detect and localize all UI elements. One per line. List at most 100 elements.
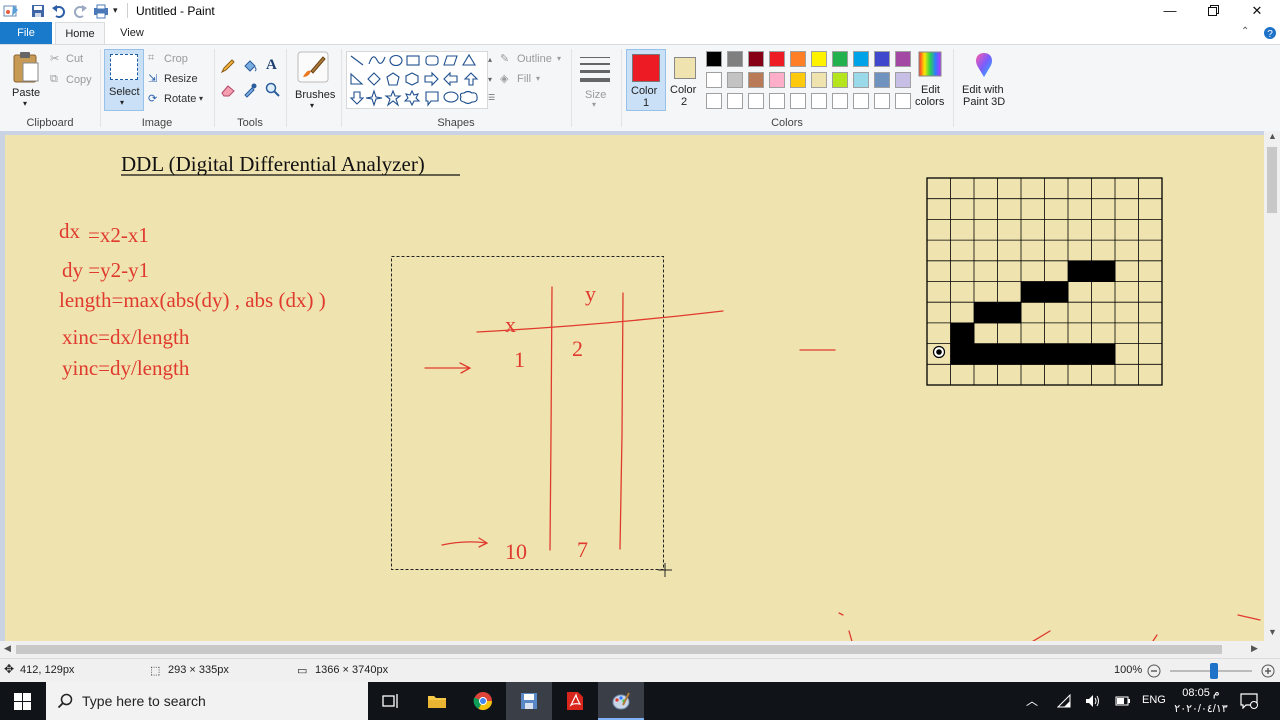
palette-swatch[interactable] — [727, 93, 743, 109]
palette-swatch[interactable] — [853, 72, 869, 88]
palette-swatch[interactable] — [727, 72, 743, 88]
palette-swatch[interactable] — [874, 72, 890, 88]
scroll-left-icon[interactable]: ◀ — [4, 643, 11, 654]
brushes-button[interactable]: Brushes ▾ — [292, 49, 336, 110]
fill-bucket-icon[interactable] — [242, 58, 258, 74]
tab-file[interactable]: File — [0, 22, 52, 44]
palette-swatch[interactable] — [895, 72, 911, 88]
crop-button[interactable]: ⌗ Crop — [148, 52, 208, 68]
outline-button[interactable]: ✎ Outline ▾ — [500, 52, 570, 68]
palette-swatch[interactable] — [790, 93, 806, 109]
palette-swatch[interactable] — [706, 72, 722, 88]
palette-swatch[interactable] — [706, 93, 722, 109]
tab-view[interactable]: View — [110, 22, 154, 44]
select-button[interactable]: Select ▾ — [104, 49, 144, 111]
palette-swatch[interactable] — [874, 51, 890, 67]
palette-swatch[interactable] — [769, 93, 785, 109]
scroll-right-icon[interactable]: ▶ — [1251, 643, 1258, 654]
edit-with-paint3d-button[interactable]: Edit with Paint 3D — [958, 49, 1010, 109]
palette-swatch[interactable] — [748, 93, 764, 109]
shapes-gallery[interactable] — [346, 51, 488, 109]
network-icon[interactable] — [1057, 694, 1071, 708]
palette-swatch[interactable] — [769, 51, 785, 67]
palette-swatch[interactable] — [895, 51, 911, 67]
palette-swatch[interactable] — [790, 72, 806, 88]
shapes-scroll-up-icon[interactable]: ▴ — [488, 55, 492, 64]
task-view-button[interactable] — [368, 682, 414, 720]
palette-swatch[interactable] — [706, 51, 722, 67]
taskbar-paint[interactable] — [598, 682, 644, 720]
color-palette[interactable] — [706, 51, 912, 111]
shapes-expand-icon[interactable]: ☰ — [488, 93, 495, 102]
vertical-scrollbar[interactable]: ▲ ▼ — [1264, 131, 1280, 641]
restore-button[interactable] — [1190, 0, 1236, 22]
taskbar-file-explorer[interactable] — [414, 682, 460, 720]
canvas-workspace[interactable]: DDL (Digital Differential Analyzer) dx =… — [0, 131, 1264, 641]
palette-swatch[interactable] — [748, 51, 764, 67]
color-picker-icon[interactable] — [242, 82, 258, 98]
customize-quick-access-icon[interactable]: ▾ — [113, 5, 118, 16]
horizontal-scroll-thumb[interactable] — [16, 645, 1222, 654]
magnifier-icon[interactable] — [265, 82, 281, 98]
copy-button[interactable]: ⧉ Copy — [50, 73, 100, 89]
volume-icon[interactable] — [1085, 694, 1101, 708]
clock-time[interactable]: 08:05 م — [1178, 686, 1224, 699]
palette-swatch[interactable] — [811, 51, 827, 67]
palette-swatch[interactable] — [895, 93, 911, 109]
battery-icon[interactable] — [1115, 695, 1131, 707]
redo-icon[interactable] — [72, 3, 88, 19]
zoom-out-button[interactable] — [1147, 664, 1161, 678]
show-hidden-icons-icon[interactable]: ︿ — [1026, 692, 1038, 709]
notifications-icon[interactable] — [1240, 693, 1258, 709]
fill-button[interactable]: ◈ Fill ▾ — [500, 72, 570, 88]
windows-start-icon[interactable] — [14, 693, 31, 710]
taskbar-search-box[interactable]: Type here to search — [46, 682, 368, 720]
collapse-ribbon-icon[interactable]: ⌃ — [1241, 26, 1249, 37]
text-tool-icon[interactable]: A — [266, 57, 277, 74]
filled-pixel — [1044, 343, 1069, 365]
resize-button[interactable]: ⇲ Resize — [148, 72, 208, 88]
palette-swatch[interactable] — [769, 72, 785, 88]
taskbar-pdf-reader[interactable] — [552, 682, 598, 720]
rotate-button[interactable]: ⟳ Rotate ▾ — [148, 92, 210, 108]
color1-button[interactable]: Color 1 — [626, 49, 666, 111]
edit-colors-button[interactable]: Edit colors — [912, 49, 948, 109]
color2-button[interactable]: Color 2 — [666, 49, 704, 109]
help-icon[interactable]: ? — [1263, 26, 1277, 40]
clock-date[interactable]: ٢٠٢٠/٠٤/١٣ — [1174, 702, 1228, 715]
paste-button[interactable]: Paste ▾ — [6, 47, 46, 111]
cut-button[interactable]: ✂ Cut — [50, 52, 100, 68]
palette-swatch[interactable] — [874, 93, 890, 109]
close-button[interactable]: ✕ — [1234, 0, 1280, 22]
tab-home[interactable]: Home — [55, 22, 105, 44]
taskbar-chrome[interactable] — [460, 682, 506, 720]
palette-swatch[interactable] — [853, 51, 869, 67]
palette-swatch[interactable] — [811, 93, 827, 109]
print-icon[interactable] — [93, 3, 109, 19]
drawing-canvas[interactable]: DDL (Digital Differential Analyzer) dx =… — [5, 135, 1264, 641]
palette-swatch[interactable] — [853, 93, 869, 109]
palette-swatch[interactable] — [832, 72, 848, 88]
vertical-scroll-thumb[interactable] — [1267, 147, 1277, 213]
copy-icon: ⧉ — [50, 73, 58, 85]
undo-icon[interactable] — [51, 3, 67, 19]
palette-swatch[interactable] — [811, 72, 827, 88]
minimize-button[interactable]: — — [1147, 0, 1193, 22]
palette-swatch[interactable] — [748, 72, 764, 88]
zoom-in-button[interactable] — [1261, 664, 1275, 678]
pencil-icon[interactable] — [220, 58, 236, 74]
shapes-scroll-down-icon[interactable]: ▾ — [488, 75, 492, 84]
scroll-down-icon[interactable]: ▼ — [1268, 627, 1277, 637]
eraser-icon[interactable] — [220, 82, 236, 98]
save-icon[interactable] — [30, 3, 46, 19]
palette-swatch[interactable] — [832, 93, 848, 109]
zoom-slider-thumb[interactable] — [1210, 663, 1219, 679]
taskbar-save-app[interactable] — [506, 682, 552, 720]
size-button[interactable]: Size ▾ — [576, 49, 616, 109]
scroll-up-icon[interactable]: ▲ — [1268, 131, 1277, 141]
horizontal-scrollbar[interactable]: ◀ ▶ — [0, 641, 1264, 658]
palette-swatch[interactable] — [832, 51, 848, 67]
palette-swatch[interactable] — [790, 51, 806, 67]
palette-swatch[interactable] — [727, 51, 743, 67]
input-language[interactable]: ENG — [1142, 694, 1166, 706]
